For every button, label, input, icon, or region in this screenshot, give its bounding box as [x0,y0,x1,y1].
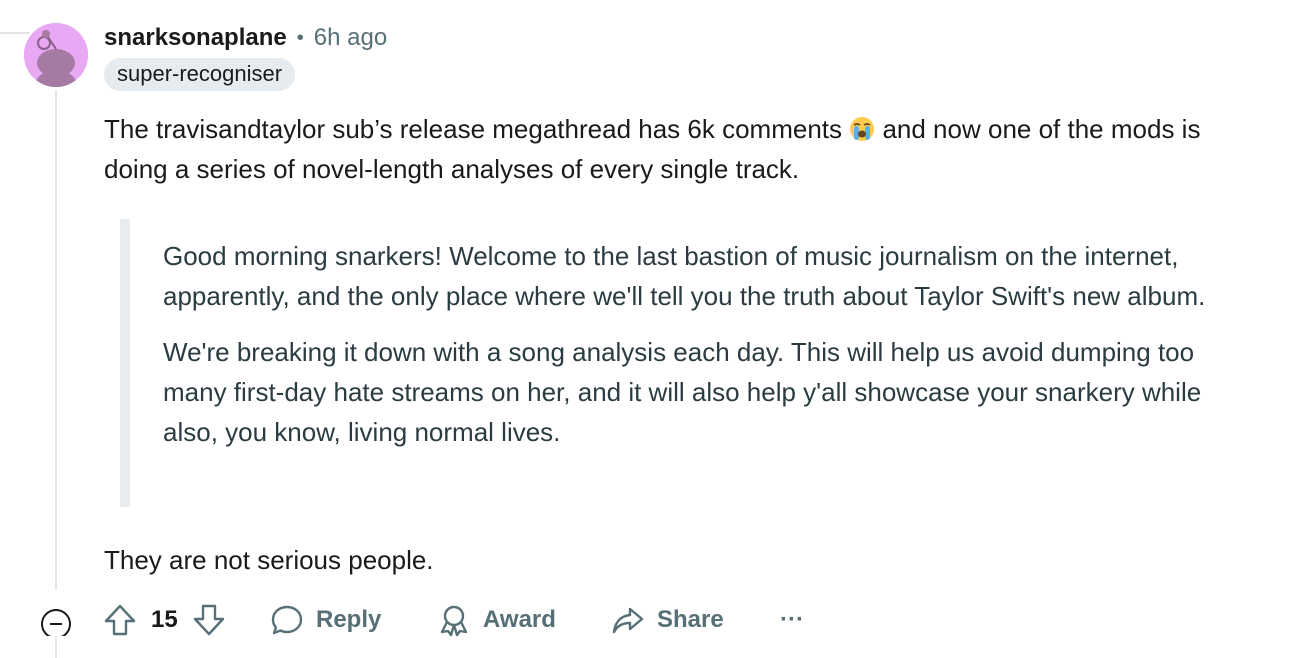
award-label: Award [483,606,556,633]
loudly-crying-face-icon [849,113,875,141]
vote-score: 15 [151,606,178,633]
quote-paragraph-2: We're breaking it down with a song analy… [163,337,1202,447]
snoo-avatar-icon [24,23,88,87]
comment-closing-line: They are not serious people. [104,545,434,575]
comment-action-bar: 15 Reply Award Share ··· [0,600,1294,640]
blockquote: Good morning snarkers! Welcome to the la… [163,236,1243,468]
award-button[interactable]: Award [437,600,556,640]
comment-body: The travisandtaylor sub’s release megath… [104,109,1254,189]
award-ribbon-icon [440,605,468,637]
share-arrow-icon [612,607,644,634]
share-label: Share [657,606,724,633]
vote-controls: 15 [103,600,226,640]
user-flair: super-recogniser [104,58,296,91]
downvote-arrow-icon[interactable] [192,602,226,638]
more-options-button[interactable]: ··· [780,600,804,640]
blockquote-bar [120,219,130,507]
thread-line[interactable] [55,90,57,590]
timestamp[interactable]: 6h ago [314,24,387,52]
collapse-button[interactable] [40,600,72,640]
reply-label: Reply [316,606,382,633]
quote-paragraph-1: Good morning snarkers! Welcome to the la… [163,241,1206,311]
more-options-icon: ··· [780,606,804,633]
avatar[interactable] [24,23,88,87]
collapse-minus-icon [41,609,71,636]
username-link[interactable]: snarksonaplane [104,24,287,52]
comment-text-part1: The travisandtaylor sub’s release megath… [104,114,850,144]
reply-bubble-icon [271,605,303,635]
reply-button[interactable]: Reply [270,600,381,640]
upvote-arrow-icon[interactable] [103,602,137,638]
comment-header: snarksonaplane • 6h ago [104,24,387,52]
share-button[interactable]: Share [611,600,724,640]
meta-separator: • [296,27,304,49]
